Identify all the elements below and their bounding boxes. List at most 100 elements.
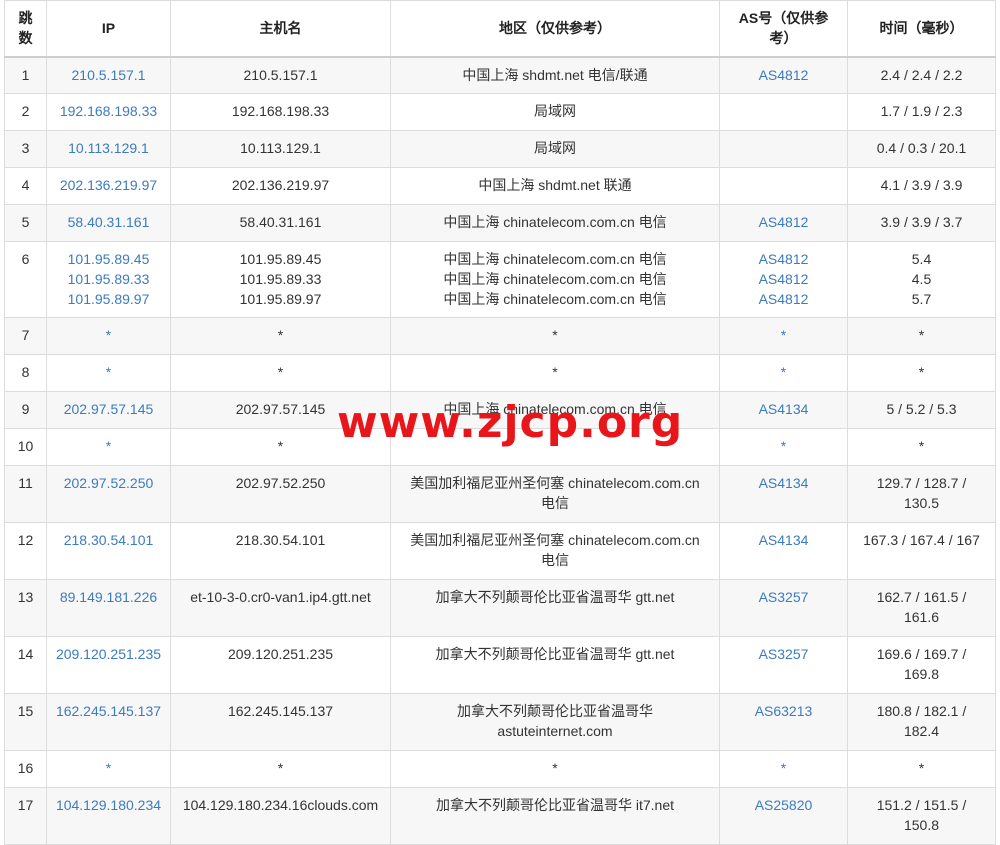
ip-cell: * [46, 428, 171, 466]
hop-cell-text: 14 [17, 646, 34, 662]
ip-cell-text[interactable]: 101.95.89.45 [51, 249, 166, 269]
ip-cell-text[interactable]: 210.5.157.1 [51, 65, 166, 85]
ip-cell-text[interactable]: 10.113.129.1 [51, 138, 166, 158]
table-body: 1 210.5.157.1 210.5.157.1 中国上海 shdmt.net 电信… [4, 56, 996, 845]
time-cell-text: 167.3 / 167.4 / 167 [863, 532, 980, 548]
host-cell-text: 202.136.219.97 [231, 177, 330, 193]
ip-cell-text[interactable]: 218.30.54.101 [51, 530, 166, 550]
as-cell-text: * [780, 364, 787, 380]
time-cell-text: 169.6 / 169.7 / 169.8 [876, 646, 967, 682]
ip-cell: 210.5.157.1 [46, 56, 171, 94]
as-cell-text[interactable]: AS25820 [724, 795, 843, 815]
ip-cell-text[interactable]: 202.136.219.97 [51, 175, 166, 195]
host-cell: 202.97.52.250 [170, 465, 391, 523]
region-cell: 加拿大不列颠哥伦比亚省温哥华 astuteinternet.com [390, 693, 720, 751]
hop-cell-text: 7 [21, 327, 30, 343]
host-cell-text: 104.129.180.234.16clouds.com [182, 797, 379, 813]
table-row: 8 * * * * * [4, 354, 996, 392]
time-cell-text: * [918, 438, 925, 454]
hop-cell-text: 13 [17, 589, 34, 605]
host-cell-text: * [277, 327, 284, 343]
as-cell-text[interactable]: AS4134 [724, 473, 843, 493]
region-cell: 中国上海 chinatelecom.com.cn 电信 [390, 204, 720, 242]
ip-cell-text: * [105, 327, 112, 343]
region-cell: * [390, 354, 720, 392]
ip-cell-text[interactable]: 89.149.181.226 [51, 587, 166, 607]
time-cell: 5.4 4.5 5.7 [847, 241, 996, 318]
ip-cell-text: * [105, 760, 112, 776]
as-cell-text[interactable]: AS4134 [724, 399, 843, 419]
region-cell-text: 中国上海 chinatelecom.com.cn 电信 [443, 214, 667, 230]
time-cell: 167.3 / 167.4 / 167 [847, 522, 996, 580]
host-cell-text: 202.97.57.145 [235, 401, 326, 417]
ip-cell: 162.245.145.137 [46, 693, 171, 751]
host-cell: 210.5.157.1 [170, 56, 391, 94]
host-cell: 10.113.129.1 [170, 130, 391, 168]
as-cell-text[interactable]: AS3257 [724, 644, 843, 664]
as-cell-text[interactable]: AS63213 [724, 701, 843, 721]
table-row: 17 104.129.180.234 104.129.180.234.16cloud… [4, 787, 996, 845]
region-cell-text: 美国加利福尼亚州圣何塞 chinatelecom.com.cn 电信 [410, 475, 700, 511]
hop-cell: 7 [4, 317, 47, 355]
host-cell: 218.30.54.101 [170, 522, 391, 580]
region-cell-text: 中国上海 chinatelecom.com.cn 电信 [443, 251, 667, 267]
ip-cell-text[interactable]: 104.129.180.234 [51, 795, 166, 815]
ip-cell-text[interactable]: 202.97.52.250 [51, 473, 166, 493]
host-cell-text: 209.120.251.235 [227, 646, 334, 662]
hop-cell: 14 [4, 636, 47, 694]
ip-cell-text[interactable]: 209.120.251.235 [51, 644, 166, 664]
time-cell-text: 5.7 [911, 291, 932, 307]
host-cell: * [170, 428, 391, 466]
region-cell-text: 加拿大不列颠哥伦比亚省温哥华 gtt.net [435, 646, 675, 662]
region-cell: 中国上海 shdmt.net 联通 [390, 167, 720, 205]
as-cell-text[interactable]: AS4812 [724, 289, 843, 309]
host-cell-text: 192.168.198.33 [231, 103, 330, 119]
hop-cell-text: 5 [21, 214, 30, 230]
time-cell: * [847, 354, 996, 392]
host-cell: * [170, 750, 391, 788]
host-cell-text: 218.30.54.101 [235, 532, 326, 548]
host-cell-text: et-10-3-0.cr0-van1.ip4.gtt.net [190, 589, 371, 605]
ip-cell: * [46, 317, 171, 355]
time-cell-text: * [918, 760, 925, 776]
ip-cell: 89.149.181.226 [46, 579, 171, 637]
region-cell: * [390, 428, 720, 466]
as-cell-text[interactable]: AS4812 [724, 249, 843, 269]
as-cell-text: * [780, 327, 787, 343]
as-cell-text[interactable]: AS4812 [724, 269, 843, 289]
hop-cell: 13 [4, 579, 47, 637]
time-cell: 3.9 / 3.9 / 3.7 [847, 204, 996, 242]
ip-cell-text[interactable]: 192.168.198.33 [51, 101, 166, 121]
region-cell: 中国上海 chinatelecom.com.cn 电信 [390, 391, 720, 429]
header-hop: 跳数 [4, 0, 47, 58]
as-cell: AS4812 [719, 204, 848, 242]
ip-cell-text[interactable]: 101.95.89.33 [51, 269, 166, 289]
header-time: 时间（毫秒） [847, 0, 996, 58]
hop-cell-text: 1 [21, 66, 30, 83]
region-cell: 中国上海 chinatelecom.com.cn 电信 中国上海 chinatel… [390, 241, 720, 318]
hop-cell: 11 [4, 465, 47, 523]
as-cell-text[interactable]: AS4812 [724, 65, 843, 85]
region-cell: 加拿大不列颠哥伦比亚省温哥华 gtt.net [390, 579, 720, 637]
ip-cell-text[interactable]: 58.40.31.161 [51, 212, 166, 232]
ip-cell-text[interactable]: 202.97.57.145 [51, 399, 166, 419]
host-cell: 202.136.219.97 [170, 167, 391, 205]
region-cell-text: 加拿大不列颠哥伦比亚省温哥华 it7.net [435, 797, 675, 813]
host-cell-text: 101.95.89.97 [239, 291, 322, 307]
time-cell: 1.7 / 1.9 / 2.3 [847, 93, 996, 131]
ip-cell-text[interactable]: 162.245.145.137 [51, 701, 166, 721]
time-cell-text: 4.1 / 3.9 / 3.9 [880, 177, 963, 193]
region-cell-text: 局域网 [534, 103, 576, 119]
time-cell: 162.7 / 161.5 / 161.6 [847, 579, 996, 637]
hop-cell-text: 8 [21, 364, 30, 380]
ip-cell-text[interactable]: 101.95.89.97 [51, 289, 166, 309]
time-cell-text: 129.7 / 128.7 / 130.5 [876, 475, 967, 511]
as-cell-text[interactable]: AS4134 [724, 530, 843, 550]
host-cell-text: 10.113.129.1 [240, 140, 321, 156]
as-cell-text[interactable]: AS4812 [724, 212, 843, 232]
as-cell [719, 167, 848, 205]
as-cell-text[interactable]: AS3257 [724, 587, 843, 607]
time-cell-text: 4.5 [911, 271, 932, 287]
host-cell-text: * [277, 438, 284, 454]
hop-cell-text: 9 [21, 401, 30, 417]
